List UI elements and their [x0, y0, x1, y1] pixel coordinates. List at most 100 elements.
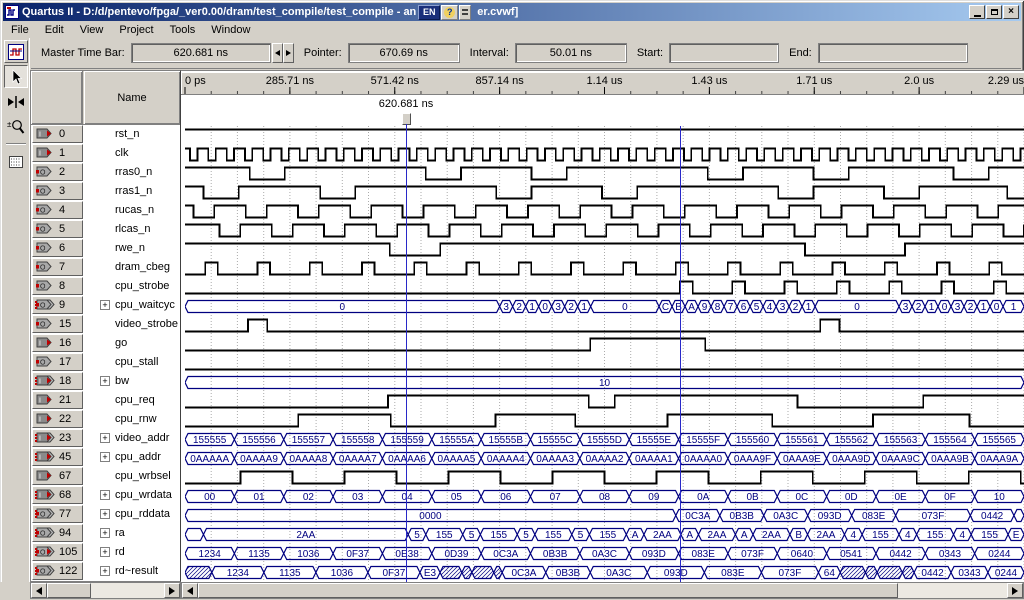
waveform-rd[interactable]: 1234113510360F370E380D390C3A0B3B0A3C093D… — [185, 544, 1024, 563]
expand-plus-icon[interactable]: + — [100, 452, 110, 462]
signal-name[interactable]: cpu_wrbsel — [115, 470, 171, 482]
waveform-video_strobe[interactable] — [185, 316, 1024, 335]
signal-name[interactable]: dram_cbeg — [115, 261, 170, 273]
signal-id-button[interactable]: I67 — [32, 467, 83, 485]
signal-name[interactable]: rras0_n — [115, 166, 152, 178]
title-bar[interactable]: Quartus II - D:/d/pentevo/fpga/_ver0.00/… — [3, 3, 1021, 21]
signal-name[interactable]: rras1_n — [115, 185, 152, 197]
signal-name[interactable]: cpu_rddata — [115, 508, 170, 520]
name-panel-hscrollbar[interactable] — [30, 582, 181, 599]
signal-name[interactable]: ra — [115, 527, 125, 539]
signal-id-button[interactable]: I16 — [32, 334, 83, 352]
waveform-editor-icon[interactable] — [4, 40, 28, 63]
menu-item-project[interactable]: Project — [111, 23, 161, 37]
signal-id-button[interactable]: O3 — [32, 182, 83, 200]
language-help-icon[interactable]: ? — [441, 5, 458, 20]
signal-id-button[interactable]: I0 — [32, 125, 83, 143]
signal-name[interactable]: cpu_rnw — [115, 413, 157, 425]
signal-id-button[interactable]: O77 — [32, 505, 83, 523]
waveform-cpu_rnw[interactable] — [185, 411, 1024, 430]
expand-plus-icon[interactable]: + — [100, 376, 110, 386]
signal-id-button[interactable]: O5 — [32, 220, 83, 238]
expand-plus-icon[interactable]: + — [100, 490, 110, 500]
language-indicator[interactable]: EN — [418, 5, 440, 20]
scroll-right-icon[interactable] — [1007, 583, 1023, 598]
waveform-cpu_addr[interactable]: 0AAAAA0AAAA90AAAA80AAAA70AAAA60AAAA50AAA… — [185, 449, 1024, 468]
signal-id-button[interactable]: O4 — [32, 201, 83, 219]
expand-plus-icon[interactable]: + — [100, 528, 110, 538]
menu-item-edit[interactable]: Edit — [37, 23, 72, 37]
signal-id-button[interactable]: I18 — [32, 372, 83, 390]
waveform-hscrollbar[interactable] — [181, 582, 1024, 599]
waveform-rows-area[interactable]: 032103210CBA9876543210321032101 10 1555551… — [181, 126, 1024, 582]
expand-plus-icon[interactable]: + — [100, 509, 110, 519]
signal-id-button[interactable]: O17 — [32, 353, 83, 371]
signal-id-button[interactable]: I22 — [32, 410, 83, 428]
signal-id-button[interactable]: I23 — [32, 429, 83, 447]
signal-name[interactable]: cpu_addr — [115, 451, 161, 463]
waveform-cpu_wrbsel[interactable] — [185, 468, 1024, 487]
signal-name[interactable]: bw — [115, 375, 129, 387]
signal-id-button[interactable]: I21 — [32, 391, 83, 409]
master-time-bar-field[interactable]: 620.681 ns — [131, 43, 271, 63]
signal-id-button[interactable]: O6 — [32, 239, 83, 257]
signal-name[interactable]: cpu_waitcyc — [115, 299, 175, 311]
waveform-rst_n[interactable] — [185, 126, 1024, 145]
signal-name[interactable]: rwe_n — [115, 242, 145, 254]
signal-id-button[interactable]: O105 — [32, 543, 83, 561]
waveform-rd~result[interactable]: 1234113510360F37E30C3A0B3B0A3C093D083E07… — [185, 563, 1024, 582]
scroll-left-icon[interactable] — [182, 583, 198, 598]
cursor-marker-zone[interactable]: 620.681 ns — [181, 95, 1024, 126]
signal-name[interactable]: cpu_wrdata — [115, 489, 172, 501]
snap-to-transition-icon[interactable] — [4, 90, 28, 113]
waveform-cpu_waitcyc[interactable]: 032103210CBA9876543210321032101 — [185, 297, 1024, 316]
scroll-right-icon[interactable] — [164, 583, 180, 598]
waveform-ra[interactable]: 2AA5155515551555155A2AAA2AAA2AAB2AA41554… — [185, 525, 1024, 544]
waveform-rras0_n[interactable] — [185, 164, 1024, 183]
close-button[interactable]: × — [1003, 5, 1019, 19]
signal-id-button[interactable]: O94 — [32, 524, 83, 542]
waveform-video_addr[interactable]: 15555515555615555715555815555915555A1555… — [185, 430, 1024, 449]
waveform-cpu_wrdata[interactable]: 000102030405060708090A0B0C0D0E0F10 — [185, 487, 1024, 506]
signal-name[interactable]: cpu_req — [115, 394, 155, 406]
master-time-cursor-line[interactable] — [406, 124, 407, 582]
signal-id-button[interactable]: O122 — [32, 562, 83, 580]
waveform-cpu_req[interactable] — [185, 392, 1024, 411]
signal-id-button[interactable]: I45 — [32, 448, 83, 466]
signal-id-button[interactable]: O8 — [32, 277, 83, 295]
signal-name[interactable]: rst_n — [115, 128, 139, 140]
signal-name[interactable]: video_addr — [115, 432, 169, 444]
signal-name[interactable]: rd~result — [115, 565, 158, 577]
signal-id-button[interactable]: O2 — [32, 163, 83, 181]
spin-right-icon[interactable] — [283, 43, 294, 63]
end-field[interactable] — [818, 43, 968, 63]
menu-item-tools[interactable]: Tools — [162, 23, 204, 37]
waveform-cpu_rddata[interactable]: 00000C3A0B3B0A3C093D083E073F0442 — [185, 506, 1024, 525]
signal-name[interactable]: rucas_n — [115, 204, 154, 216]
menu-item-view[interactable]: View — [72, 23, 112, 37]
expand-plus-icon[interactable]: + — [100, 300, 110, 310]
start-field[interactable] — [669, 43, 779, 63]
restore-button[interactable] — [986, 5, 1002, 19]
expand-plus-icon[interactable]: + — [100, 433, 110, 443]
signal-id-button[interactable]: O7 — [32, 258, 83, 276]
signal-name[interactable]: clk — [115, 147, 128, 159]
scroll-left-icon[interactable] — [31, 583, 47, 598]
expand-plus-icon[interactable]: + — [100, 547, 110, 557]
waveform-cpu_stall[interactable] — [185, 354, 1024, 373]
waveform-rwe_n[interactable] — [185, 240, 1024, 259]
waveform-clk[interactable] — [185, 145, 1024, 164]
minimize-button[interactable] — [969, 5, 985, 19]
language-options-icon[interactable] — [459, 5, 471, 20]
signal-name[interactable]: cpu_strobe — [115, 280, 169, 292]
spin-left-icon[interactable] — [272, 43, 283, 63]
expand-plus-icon[interactable]: + — [100, 566, 110, 576]
signal-id-button[interactable]: O9 — [32, 296, 83, 314]
waveform-cpu_strobe[interactable] — [185, 278, 1024, 297]
waveform-bw[interactable]: 10 — [185, 373, 1024, 392]
timeline-ruler[interactable]: 0 ps285.71 ns571.42 ns857.14 ns1.14 us1.… — [181, 72, 1024, 95]
waveform-dram_cbeg[interactable] — [185, 259, 1024, 278]
signal-name[interactable]: go — [115, 337, 127, 349]
secondary-cursor-line[interactable] — [680, 126, 681, 582]
signal-name[interactable]: cpu_stall — [115, 356, 158, 368]
